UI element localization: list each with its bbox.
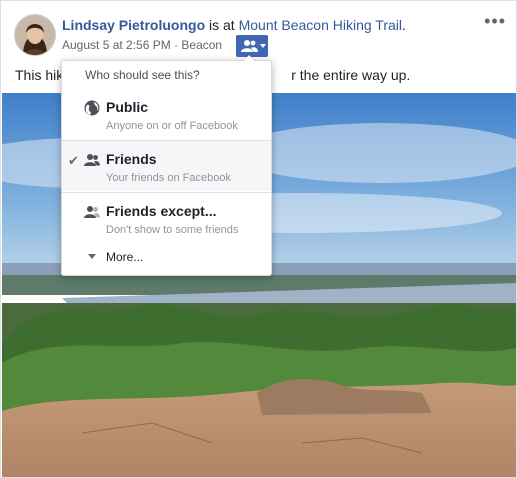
post-card: Lindsay Pietroluongo is at Mount Beacon …: [0, 0, 517, 478]
post-meta: August 5 at 2:56 PM · Beacon: [62, 38, 222, 52]
globe-icon: [84, 100, 100, 116]
is-at-text: is at: [205, 17, 239, 33]
location-link[interactable]: Mount Beacon Hiking Trail: [239, 17, 402, 33]
audience-option-label: Public: [106, 99, 149, 115]
friends-icon: [84, 154, 100, 166]
post-text-start: This hik: [15, 67, 64, 83]
audience-option-description: Anyone on or off Facebook: [106, 120, 238, 132]
place-link[interactable]: Beacon: [181, 38, 222, 52]
friends-except-icon: [84, 206, 100, 218]
post-text-end: r the entire way up.: [291, 67, 411, 83]
checkmark-icon: ✔: [68, 153, 79, 168]
audience-more-options[interactable]: More...: [62, 246, 271, 270]
meta-separator: ·: [170, 38, 182, 52]
timestamp-link[interactable]: August 5 at 2:56 PM: [62, 38, 171, 52]
author-name-link[interactable]: Lindsay Pietroluongo: [62, 17, 205, 33]
avatar[interactable]: [14, 14, 56, 56]
period-text: .: [402, 17, 406, 33]
audience-option-friends-except[interactable]: Friends except... Don't show to some fri…: [62, 193, 271, 243]
audience-option-description: Your friends on Facebook: [106, 172, 231, 184]
audience-dropdown: Who should see this? Public Anyone on or…: [61, 54, 272, 276]
audience-option-description: Don't show to some friends: [106, 224, 239, 236]
post-header: Lindsay Pietroluongo is at Mount Beacon …: [62, 17, 406, 33]
audience-option-public[interactable]: Public Anyone on or off Facebook: [62, 89, 271, 139]
more-options-label: More...: [106, 250, 144, 264]
audience-dropdown-title: Who should see this?: [85, 68, 200, 82]
more-options-icon[interactable]: •••: [484, 11, 506, 32]
audience-option-friends[interactable]: ✔ Friends Your friends on Facebook: [62, 141, 271, 191]
caret-down-icon: [260, 44, 266, 48]
audience-option-label: Friends: [106, 151, 157, 167]
audience-option-label: Friends except...: [106, 203, 217, 219]
caret-down-icon: [88, 254, 96, 259]
